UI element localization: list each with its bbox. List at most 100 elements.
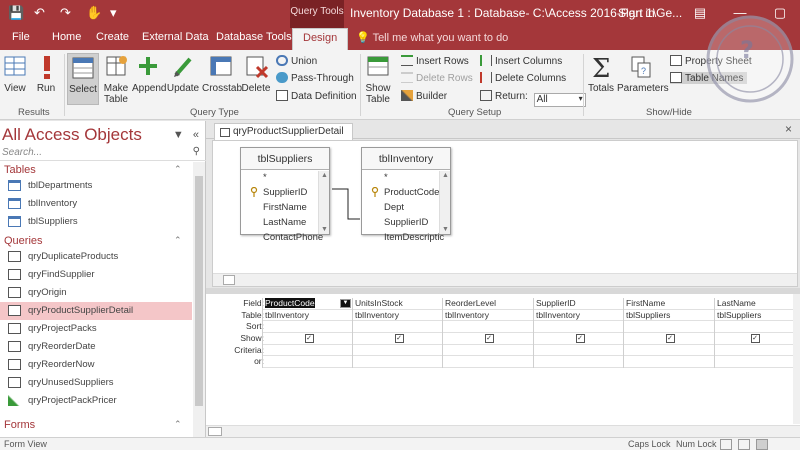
design-view-icon[interactable] — [756, 439, 768, 450]
tab-home[interactable]: Home — [52, 31, 81, 43]
sign-in-link[interactable]: Sign in — [618, 6, 655, 20]
grid-or-cell[interactable] — [353, 356, 443, 369]
grid-table-cell[interactable]: tblInventory — [534, 310, 624, 322]
scroll-down-icon[interactable]: ▼ — [321, 226, 328, 233]
collapse-pane-icon[interactable]: « — [193, 129, 199, 141]
view-button[interactable]: View — [2, 53, 28, 94]
field-list-item[interactable]: LastName — [241, 215, 329, 230]
run-button[interactable]: Run — [34, 53, 58, 94]
grid-table-cell[interactable]: tblInventory — [353, 310, 443, 322]
nav-item-qryprojectpacks[interactable]: qryProjectPacks — [0, 320, 192, 338]
grid-field-cell[interactable]: LastName — [715, 298, 793, 310]
show-table-button[interactable]: Show Table — [363, 53, 393, 105]
grid-table-cell[interactable]: tblInventory — [443, 310, 533, 322]
field-list-scrollbar[interactable]: ▲ ▼ — [318, 171, 329, 234]
grid-column[interactable]: ProductCode ▼ tblInventory ✓ — [262, 298, 353, 369]
show-checkbox[interactable]: ✓ — [750, 334, 760, 344]
show-checkbox[interactable]: ✓ — [394, 334, 404, 344]
field-list-title[interactable]: tblSuppliers — [241, 148, 329, 170]
field-list-title[interactable]: tblInventory — [362, 148, 450, 170]
totals-button[interactable]: Σ Totals — [586, 53, 616, 94]
grid-column[interactable]: FirstName tblSuppliers ✓ — [623, 298, 714, 369]
grid-table-cell[interactable]: tblSuppliers — [624, 310, 714, 322]
field-list-item[interactable]: FirstName — [241, 200, 329, 215]
search-icon[interactable]: ⚲ — [193, 146, 200, 157]
grid-horizontal-scrollbar[interactable] — [206, 425, 800, 437]
field-list-item[interactable]: ProductCode — [362, 185, 450, 200]
parameters-button[interactable]: ? Parameters — [617, 53, 669, 94]
grid-criteria-cell[interactable] — [443, 345, 533, 357]
builder-button[interactable]: Builder — [401, 90, 447, 102]
delete-rows-button[interactable]: Delete Rows — [401, 72, 473, 84]
nav-item-tblsuppliers[interactable]: tblSuppliers — [0, 213, 192, 231]
nav-scroll-thumb[interactable] — [195, 176, 203, 406]
union-button[interactable]: Union — [276, 55, 317, 67]
tab-database-tools[interactable]: Database Tools — [216, 31, 292, 43]
show-checkbox[interactable]: ✓ — [484, 334, 494, 344]
grid-field-cell[interactable]: UnitsInStock — [353, 298, 443, 310]
grid-sort-cell[interactable] — [624, 321, 714, 334]
field-list-item[interactable]: SupplierID — [241, 185, 329, 200]
grid-or-cell[interactable] — [263, 356, 353, 369]
datasheet-view-icon[interactable] — [720, 439, 732, 450]
grid-field-cell[interactable]: ProductCode ▼ — [263, 298, 353, 310]
touch-mode-icon[interactable]: ✋ — [86, 5, 102, 21]
document-tab-qryproductsupplierdetail[interactable]: qryProductSupplierDetail — [214, 123, 353, 140]
grid-or-cell[interactable] — [443, 356, 533, 369]
chevron-down-icon[interactable]: ▼ — [340, 299, 351, 308]
scroll-thumb[interactable] — [208, 427, 222, 436]
grid-vertical-scrollbar[interactable] — [793, 294, 800, 424]
grid-column[interactable]: SupplierID tblInventory ✓ — [533, 298, 624, 369]
nav-item-tbldepartments[interactable]: tblDepartments — [0, 177, 192, 195]
field-list-item[interactable]: SupplierID — [362, 215, 450, 230]
field-list-scrollbar[interactable]: ▲ ▼ — [439, 171, 450, 234]
nav-scrollbar[interactable] — [193, 162, 205, 437]
grid-or-cell[interactable] — [715, 356, 793, 369]
append-button[interactable]: Append — [132, 53, 166, 94]
show-checkbox[interactable]: ✓ — [304, 334, 314, 344]
field-list-item[interactable]: Dept — [362, 200, 450, 215]
field-list-item[interactable]: ContactPhone — [241, 230, 329, 245]
tab-file[interactable]: File — [12, 31, 30, 43]
nav-item-qryprojectpackpricer[interactable]: qryProjectPackPricer — [0, 392, 192, 410]
data-definition-button[interactable]: Data Definition — [276, 90, 357, 102]
scroll-thumb[interactable] — [223, 275, 235, 285]
grid-sort-cell[interactable] — [263, 321, 353, 334]
nav-section-tables[interactable]: Tables ⌃ — [4, 164, 182, 176]
grid-sort-cell[interactable] — [353, 321, 443, 334]
nav-search-input[interactable]: Search... ⚲ — [0, 146, 206, 161]
nav-section-queries[interactable]: Queries ⌃ — [4, 235, 182, 247]
grid-criteria-cell[interactable] — [624, 345, 714, 357]
grid-criteria-cell[interactable] — [534, 345, 624, 357]
grid-field-cell[interactable]: ReorderLevel — [443, 298, 533, 310]
grid-criteria-cell[interactable] — [263, 345, 353, 357]
nav-pane-title[interactable]: All Access Objects — [2, 125, 142, 145]
field-list-item[interactable]: ItemDescriptic — [362, 230, 450, 245]
field-list-item[interactable]: * — [362, 170, 450, 185]
nav-item-qryunusedsuppliers[interactable]: qryUnusedSuppliers — [0, 374, 192, 392]
grid-or-cell[interactable] — [534, 356, 624, 369]
nav-item-qryduplicateproducts[interactable]: qryDuplicateProducts — [0, 248, 192, 266]
nav-section-forms[interactable]: Forms ⌃ — [4, 419, 182, 431]
close-icon[interactable]: × — [785, 122, 792, 136]
delete-query-button[interactable]: Delete — [240, 53, 272, 94]
scroll-up-icon[interactable]: ▲ — [442, 172, 449, 179]
return-select[interactable]: All ▾ — [533, 93, 586, 107]
grid-table-cell[interactable]: tblSuppliers — [715, 310, 793, 322]
select-query-button[interactable]: Select — [67, 53, 99, 105]
tell-me-box[interactable]: 💡 Tell me what you want to do — [356, 31, 508, 44]
grid-sort-cell[interactable] — [534, 321, 624, 334]
grid-column[interactable]: ReorderLevel tblInventory ✓ — [442, 298, 533, 369]
show-checkbox[interactable]: ✓ — [665, 334, 675, 344]
nav-item-qryorigin[interactable]: qryOrigin — [0, 284, 192, 302]
redo-icon[interactable]: ↷ — [60, 5, 71, 21]
delete-columns-button[interactable]: Delete Columns — [480, 72, 566, 84]
insert-columns-button[interactable]: Insert Columns — [480, 55, 562, 67]
scroll-up-icon[interactable]: ▲ — [321, 172, 328, 179]
grid-criteria-cell[interactable] — [715, 345, 793, 357]
grid-or-cell[interactable] — [624, 356, 714, 369]
nav-item-qryfindsupplier[interactable]: qryFindSupplier — [0, 266, 192, 284]
tab-create[interactable]: Create — [96, 31, 129, 43]
insert-rows-button[interactable]: Insert Rows — [401, 55, 469, 67]
grid-sort-cell[interactable] — [443, 321, 533, 334]
